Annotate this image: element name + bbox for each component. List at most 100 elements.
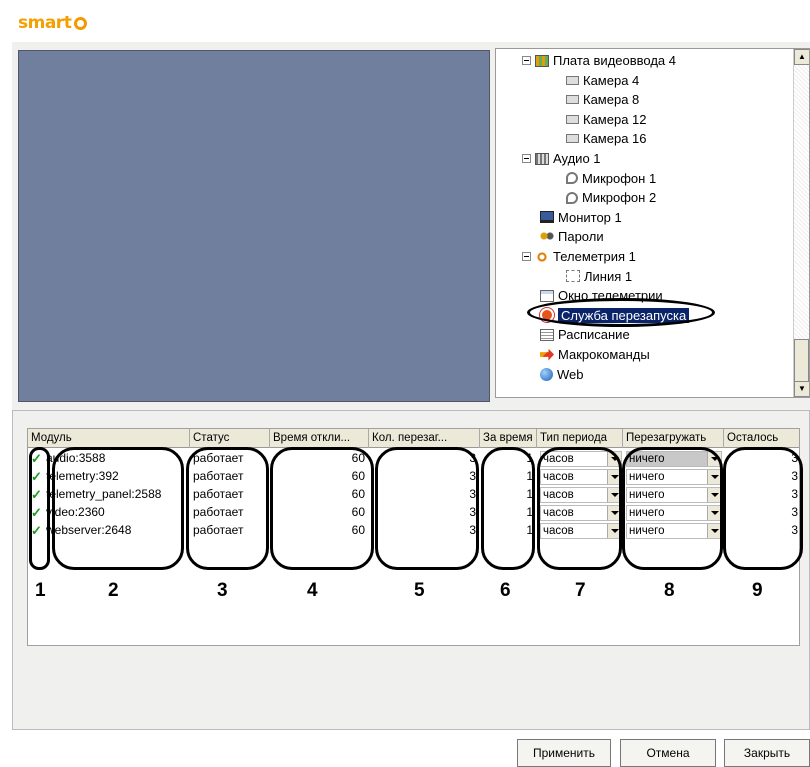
period-type-select[interactable]: часов: [540, 505, 622, 521]
module-status: работает: [193, 523, 244, 537]
tree-item-label: Камера 4: [583, 72, 640, 88]
tree-item[interactable]: Камера 8: [566, 90, 639, 109]
tree-item[interactable]: Служба перезапуска: [540, 306, 690, 325]
restart-action-select[interactable]: ничего: [626, 505, 722, 521]
logo-mark-icon: [74, 16, 88, 30]
column-header[interactable]: За время: [480, 429, 537, 448]
macro-icon: [540, 348, 554, 361]
status-check-icon[interactable]: ✓: [31, 468, 45, 486]
tree-item[interactable]: Плата видеоввода 4: [522, 51, 676, 70]
tree-item-label: Линия 1: [584, 268, 633, 284]
tree-item[interactable]: Микрофон 1: [566, 169, 656, 188]
chevron-down-icon[interactable]: [707, 488, 721, 502]
modules-table: Модуль Статус Время откли... Кол. перезаг..…: [27, 428, 800, 646]
restart-count[interactable]: 3: [369, 522, 478, 540]
module-name: audio:3588: [46, 451, 106, 465]
cancel-button[interactable]: Отмена: [620, 739, 716, 767]
restart-count[interactable]: 3: [369, 450, 478, 468]
module-name: webserver:2648: [46, 523, 132, 537]
chevron-down-icon[interactable]: [607, 506, 621, 520]
restart-action-select[interactable]: ничего: [626, 469, 722, 485]
annotation-number: 4: [307, 580, 318, 601]
response-time[interactable]: 60: [270, 486, 367, 504]
period-value[interactable]: 1: [480, 486, 535, 504]
table-row[interactable]: ✓ telemetry_panel:2588 работает 60 3 1 часов ни…: [28, 486, 799, 504]
period-value[interactable]: 1: [480, 504, 535, 522]
period-value[interactable]: 1: [480, 522, 535, 540]
tree-item-label: Плата видеоввода 4: [553, 53, 677, 68]
column-header[interactable]: Кол. перезаг...: [369, 429, 480, 448]
chevron-down-icon[interactable]: [607, 524, 621, 538]
column-header[interactable]: Статус: [190, 429, 270, 448]
column-header[interactable]: Модуль: [28, 429, 190, 448]
apply-button[interactable]: Применить: [517, 739, 611, 767]
tree-item-label: Монитор 1: [558, 209, 622, 225]
tree-item[interactable]: Пароли: [540, 227, 604, 246]
tree-item-label: Микрофон 1: [582, 170, 657, 186]
scroll-down-icon[interactable]: ▼: [794, 381, 809, 397]
status-check-icon[interactable]: ✓: [31, 486, 45, 504]
chevron-down-icon[interactable]: [707, 506, 721, 520]
collapse-toggle-icon[interactable]: [522, 56, 531, 65]
response-time[interactable]: 60: [270, 504, 367, 522]
module-status: работает: [193, 505, 244, 519]
tree-item[interactable]: Макрокоманды: [540, 345, 650, 364]
status-check-icon[interactable]: ✓: [31, 450, 45, 468]
tree-item[interactable]: Web: [540, 365, 584, 384]
tree-item[interactable]: Камера 12: [566, 110, 647, 129]
tree-item[interactable]: Монитор 1: [540, 208, 622, 227]
tree-item[interactable]: Микрофон 2: [566, 188, 656, 207]
column-header[interactable]: Тип периода: [537, 429, 623, 448]
chevron-down-icon[interactable]: [607, 470, 621, 484]
period-value[interactable]: 1: [480, 468, 535, 486]
period-type-select[interactable]: часов: [540, 469, 622, 485]
scroll-up-icon[interactable]: ▲: [794, 49, 809, 65]
period-type-select[interactable]: часов: [540, 523, 622, 539]
chevron-down-icon[interactable]: [707, 470, 721, 484]
module-name: telemetry:392: [46, 469, 119, 483]
period-type-select[interactable]: часов: [540, 451, 622, 467]
tree-item[interactable]: Линия 1: [566, 267, 632, 286]
column-header[interactable]: Осталось: [724, 429, 799, 448]
chevron-down-icon[interactable]: [707, 524, 721, 538]
tree-item[interactable]: Аудио 1: [522, 149, 601, 168]
video-preview-area: [18, 50, 490, 402]
table-row[interactable]: ✓ audio:3588 работает 60 3 1 часов ничего 3: [28, 450, 799, 468]
table-row[interactable]: ✓ video:2360 работает 60 3 1 часов ничего 3: [28, 504, 799, 522]
chevron-down-icon[interactable]: [607, 488, 621, 502]
chevron-down-icon[interactable]: [607, 452, 621, 466]
restart-action-select[interactable]: ничего: [626, 451, 722, 467]
column-header[interactable]: Время откли...: [270, 429, 369, 448]
response-time[interactable]: 60: [270, 522, 367, 540]
tree-item[interactable]: Камера 4: [566, 71, 639, 90]
tree-item[interactable]: Телеметрия 1: [522, 247, 636, 266]
logo-text: smart: [18, 13, 72, 33]
restart-count[interactable]: 3: [369, 468, 478, 486]
period-value[interactable]: 1: [480, 450, 535, 468]
status-check-icon[interactable]: ✓: [31, 504, 45, 522]
chevron-down-icon[interactable]: [707, 452, 721, 466]
restart-count[interactable]: 3: [369, 486, 478, 504]
line-icon: [566, 270, 580, 283]
restart-count[interactable]: 3: [369, 504, 478, 522]
table-row[interactable]: ✓ telemetry:392 работает 60 3 1 часов ничего 3: [28, 468, 799, 486]
tree-item[interactable]: Окно телеметрии: [540, 286, 663, 305]
restart-action-select[interactable]: ничего: [626, 487, 722, 503]
response-time[interactable]: 60: [270, 468, 367, 486]
collapse-toggle-icon[interactable]: [522, 252, 531, 261]
response-time[interactable]: 60: [270, 450, 367, 468]
tree-item[interactable]: Камера 16: [566, 129, 647, 148]
collapse-toggle-icon[interactable]: [522, 154, 531, 163]
tree-item[interactable]: Расписание: [540, 325, 630, 344]
close-button[interactable]: Закрыть: [724, 739, 810, 767]
table-row[interactable]: ✓ webserver:2648 работает 60 3 1 часов ничего 3: [28, 522, 799, 540]
object-tree[interactable]: Плата видеоввода 4 Камера 4 Камера 8 Камера…: [495, 48, 810, 398]
tree-scrollbar[interactable]: ▲ ▼: [793, 49, 809, 397]
tree-item-label: Окно телеметрии: [558, 288, 663, 304]
status-check-icon[interactable]: ✓: [31, 522, 45, 540]
column-header[interactable]: Перезагружать: [623, 429, 724, 448]
telemetry-icon: [535, 249, 549, 264]
period-type-select[interactable]: часов: [540, 487, 622, 503]
annotation-number: 2: [108, 580, 119, 601]
restart-action-select[interactable]: ничего: [626, 523, 722, 539]
